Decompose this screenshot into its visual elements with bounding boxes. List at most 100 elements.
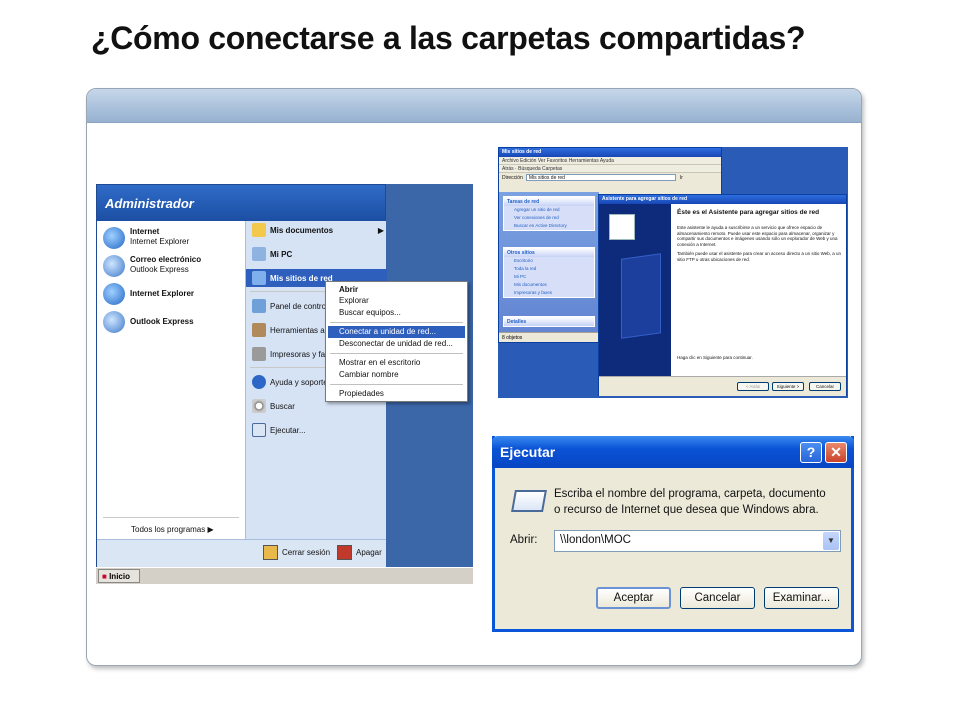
open-combobox[interactable]: \\london\MOC ▼ bbox=[554, 530, 841, 552]
shutdown-button[interactable]: Apagar bbox=[337, 545, 382, 560]
start-menu-pinned-list: Internet Internet Explorer Correo electró… bbox=[97, 221, 245, 539]
documents-folder-icon bbox=[252, 223, 266, 237]
logoff-label: Cerrar sesión bbox=[282, 548, 331, 557]
place-link[interactable]: Mis documentos bbox=[504, 281, 594, 289]
ok-button[interactable]: Aceptar bbox=[596, 587, 671, 609]
pinned-item-title: Internet Explorer bbox=[130, 289, 195, 298]
help-icon bbox=[252, 375, 266, 389]
menu-item-run[interactable]: Ejecutar... bbox=[252, 421, 386, 439]
separator bbox=[330, 322, 463, 323]
pinned-item-sub: Internet Explorer bbox=[130, 237, 190, 246]
frame-header-bar bbox=[87, 89, 861, 123]
address-input[interactable]: Mis sitios de red bbox=[525, 174, 676, 181]
control-panel-icon bbox=[252, 299, 266, 313]
other-places-box: Otros sitios Escritorio Toda la red Mi P… bbox=[503, 247, 595, 298]
add-network-place-wizard: Asistente para agregar sitios de red Ést… bbox=[598, 194, 847, 396]
other-places-header[interactable]: Otros sitios bbox=[504, 248, 594, 257]
address-bar: Dirección Mis sitios de red Ir bbox=[499, 173, 721, 182]
wizard-title: Asistente para agregar sitios de red bbox=[599, 195, 846, 204]
run-dialog-titlebar: Ejecutar ? ✕ bbox=[492, 436, 854, 468]
address-label: Dirección bbox=[502, 174, 523, 181]
ctx-item-rename[interactable]: Cambiar nombre bbox=[328, 369, 465, 381]
menu-item-my-documents[interactable]: Mis documentos ▶ bbox=[252, 221, 386, 239]
logoff-button[interactable]: Cerrar sesión bbox=[263, 545, 330, 560]
menu-item-label: Ejecutar... bbox=[270, 425, 306, 435]
context-menu: Abrir Explorar Buscar equipos... Conecta… bbox=[325, 281, 468, 402]
go-button[interactable]: Ir bbox=[680, 175, 683, 181]
menu-bar[interactable]: Archivo Edición Ver Favoritos Herramient… bbox=[499, 157, 721, 165]
admin-tools-icon bbox=[252, 323, 266, 337]
network-tasks-header[interactable]: Tareas de red bbox=[504, 197, 594, 206]
start-menu-footer: Cerrar sesión Apagar bbox=[97, 539, 386, 567]
window-title: Mis sitios de red bbox=[499, 148, 721, 157]
shutdown-label: Apagar bbox=[356, 548, 382, 557]
details-header[interactable]: Detalles bbox=[504, 317, 594, 326]
place-link[interactable]: Mi PC bbox=[504, 273, 594, 281]
place-link[interactable]: Escritorio bbox=[504, 257, 594, 265]
next-button[interactable]: Siguiente > bbox=[772, 382, 804, 391]
wizard-paragraph: También puede usar el asistente para cre… bbox=[677, 251, 842, 262]
open-value: \\london\MOC bbox=[560, 534, 631, 546]
internet-explorer-icon bbox=[103, 283, 125, 305]
run-description: Escriba el nombre del programa, carpeta,… bbox=[554, 488, 826, 516]
ctx-item-explore[interactable]: Explorar bbox=[328, 295, 465, 307]
pinned-item-outlook-express[interactable]: Outlook Express bbox=[103, 311, 194, 333]
taskbar: ■ Inicio bbox=[96, 567, 473, 584]
toolbar[interactable]: Atrás · Búsqueda Carpetas bbox=[499, 165, 721, 173]
network-tasks-box: Tareas de red Agregar un sitio de red Ve… bbox=[503, 196, 595, 231]
wizard-body: Éste es el Asistente para agregar sitios… bbox=[677, 209, 843, 267]
ctx-item-disconnect-network-drive[interactable]: Desconectar de unidad de red... bbox=[328, 338, 465, 350]
browse-button[interactable]: Examinar... bbox=[764, 587, 839, 609]
cancel-button[interactable]: Cancelar bbox=[809, 382, 841, 391]
separator bbox=[103, 517, 239, 518]
pinned-item-title: Internet bbox=[130, 227, 160, 236]
pinned-item-title: Outlook Express bbox=[130, 317, 194, 326]
pinned-item-title: Correo electrónico bbox=[130, 255, 202, 264]
place-link[interactable]: Toda la red bbox=[504, 265, 594, 273]
menu-item-label: Panel de contro bbox=[270, 301, 327, 311]
help-button[interactable]: ? bbox=[800, 442, 822, 463]
windows-logo-icon: ■ bbox=[102, 572, 107, 581]
ctx-item-properties[interactable]: Propiedades bbox=[328, 388, 465, 400]
menu-item-label: Mi PC bbox=[270, 249, 293, 259]
arrow-right-icon: ▶ bbox=[207, 525, 214, 534]
ctx-item-map-network-drive[interactable]: Conectar a unidad de red... bbox=[328, 326, 465, 338]
ctx-item-show-on-desktop[interactable]: Mostrar en el escritorio bbox=[328, 357, 465, 369]
all-programs-button[interactable]: Todos los programas ▶ bbox=[131, 525, 214, 534]
network-places-icon bbox=[252, 271, 266, 285]
pinned-item-email[interactable]: Correo electrónico Outlook Express bbox=[103, 255, 201, 277]
slide: ¿Cómo conectarse a las carpetas comparti… bbox=[0, 0, 960, 720]
task-link[interactable]: Buscar en Active Directory bbox=[504, 222, 594, 230]
menu-item-my-computer[interactable]: Mi PC bbox=[252, 245, 386, 263]
start-button-label: Inicio bbox=[109, 572, 130, 581]
separator bbox=[330, 353, 463, 354]
pinned-item-internet-explorer[interactable]: Internet Explorer bbox=[103, 283, 194, 305]
wizard-side-banner bbox=[599, 204, 671, 376]
menu-item-label: Mis documentos bbox=[270, 225, 334, 235]
run-dialog-title: Ejecutar bbox=[500, 444, 556, 460]
wizard-next-hint: Haga clic en Siguiente para continuar. bbox=[677, 355, 753, 360]
back-button[interactable]: < Atrás bbox=[737, 382, 769, 391]
task-link[interactable]: Agregar un sitio de red bbox=[504, 206, 594, 214]
wizard-footer: < Atrás Siguiente > Cancelar bbox=[599, 376, 846, 396]
search-icon bbox=[252, 399, 266, 413]
start-button[interactable]: ■ Inicio bbox=[98, 569, 140, 583]
place-link[interactable]: Impresoras y faxes bbox=[504, 289, 594, 297]
chevron-down-icon[interactable]: ▼ bbox=[823, 532, 839, 550]
cancel-button[interactable]: Cancelar bbox=[680, 587, 755, 609]
close-button[interactable]: ✕ bbox=[825, 442, 847, 463]
outlook-express-icon bbox=[103, 255, 125, 277]
menu-item-label: Buscar bbox=[270, 401, 295, 411]
task-link[interactable]: Ver conexiones de red bbox=[504, 214, 594, 222]
slide-title: ¿Cómo conectarse a las carpetas comparti… bbox=[91, 20, 806, 56]
folder-graphic bbox=[621, 253, 661, 339]
pinned-item-internet[interactable]: Internet Internet Explorer bbox=[103, 227, 189, 249]
all-programs-label: Todos los programas bbox=[131, 525, 206, 534]
my-computer-icon bbox=[252, 247, 266, 261]
network-folder-icon bbox=[609, 214, 635, 240]
wizard-paragraph: Este asistente le ayuda a suscribirse a … bbox=[677, 225, 838, 247]
pinned-item-sub: Outlook Express bbox=[130, 265, 189, 274]
menu-item-label: Ayuda y soporte bbox=[270, 377, 328, 387]
outlook-express-icon bbox=[103, 311, 125, 333]
ctx-item-search-computers[interactable]: Buscar equipos... bbox=[328, 307, 465, 319]
